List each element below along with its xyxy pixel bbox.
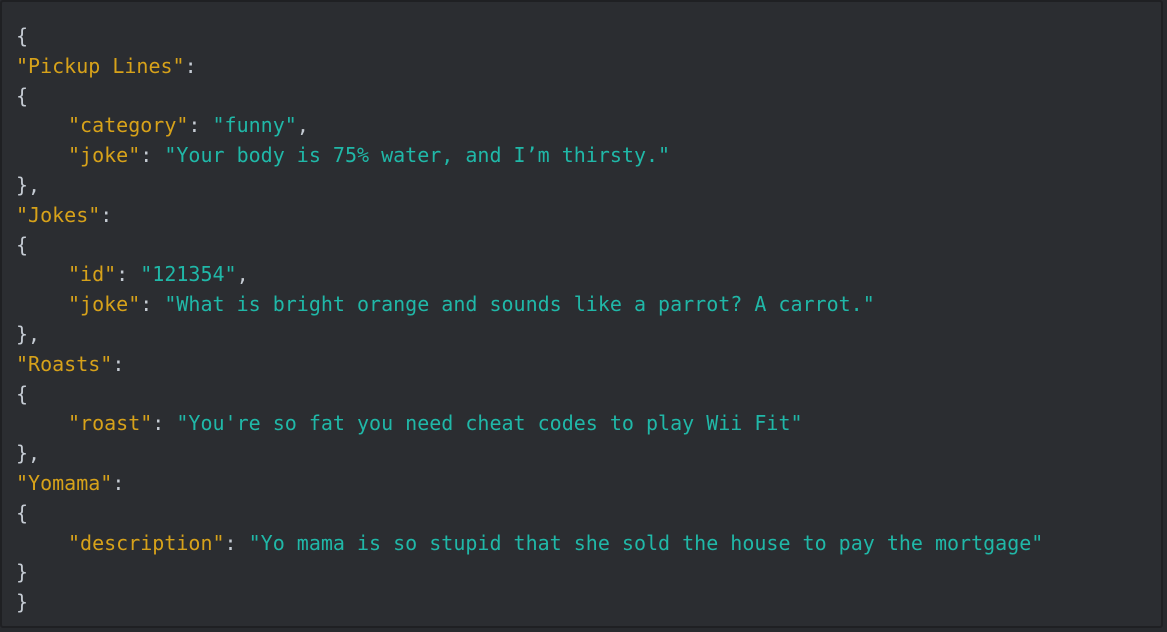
section-close-brace: }, <box>16 321 41 346</box>
section-colon: : <box>100 202 113 227</box>
section-colon: : <box>112 351 125 376</box>
section-name-line: "Pickup Lines": <box>16 52 1043 82</box>
field-separator: : <box>140 143 165 168</box>
section-open-brace-line: { <box>16 499 1043 529</box>
field-line: "description": "Yo mama is so stupid tha… <box>16 529 1043 559</box>
section-close-line: }, <box>16 320 1043 350</box>
field-line: "roast": "You're so fat you need cheat c… <box>16 409 1043 439</box>
section-open-brace: { <box>16 232 29 257</box>
code-panel: {"Pickup Lines":{"category": "funny", "jo… <box>0 0 1163 628</box>
field-separator: : <box>188 113 213 138</box>
section-open-brace: { <box>16 381 29 406</box>
field-separator: : <box>224 530 249 555</box>
field-value: "funny" <box>212 113 297 138</box>
section-colon: : <box>184 53 197 78</box>
section-name: "Jokes" <box>16 202 101 227</box>
section-name: "Yomama" <box>16 470 113 495</box>
section-open-brace-line: { <box>16 231 1043 261</box>
section-close-line: } <box>16 558 1043 588</box>
field-key: "roast" <box>68 411 153 436</box>
field-comma: , <box>236 262 249 287</box>
section-close-brace: }, <box>16 441 41 466</box>
field-line: "id": "121354", <box>16 260 1043 290</box>
field-separator: : <box>116 262 141 287</box>
section-colon: : <box>112 470 125 495</box>
section-name-line: "Yomama": <box>16 469 1043 499</box>
field-line: "joke": "What is bright orange and sound… <box>16 290 1043 320</box>
section-close-line: }, <box>16 171 1043 201</box>
field-key: "joke" <box>68 292 141 317</box>
field-line: "category": "funny", <box>16 111 1043 141</box>
section-close-brace: }, <box>16 172 41 197</box>
field-value: "121354" <box>140 262 237 287</box>
field-value: "Your body is 75% water, and I’m thirsty… <box>164 143 671 168</box>
section-name-line: "Jokes": <box>16 201 1043 231</box>
section-close-line: }, <box>16 439 1043 469</box>
section-close-brace: } <box>16 560 29 585</box>
field-value: "Yo mama is so stupid that she sold the … <box>248 530 1044 555</box>
field-comma: , <box>296 113 309 138</box>
field-key: "id" <box>68 262 117 287</box>
root-open-brace-line: { <box>16 22 1043 52</box>
field-key: "category" <box>68 113 189 138</box>
field-separator: : <box>152 411 177 436</box>
section-open-brace: { <box>16 500 29 525</box>
field-value: "What is bright orange and sounds like a… <box>164 292 875 317</box>
section-open-brace-line: { <box>16 82 1043 112</box>
field-value: "You're so fat you need cheat codes to p… <box>176 411 803 436</box>
root-open-brace: { <box>16 24 29 48</box>
section-name: "Roasts" <box>16 351 113 376</box>
root-close-brace: } <box>16 590 29 615</box>
field-key: "joke" <box>68 143 141 168</box>
section-open-brace-line: { <box>16 380 1043 410</box>
json-code-block: {"Pickup Lines":{"category": "funny", "jo… <box>16 22 1043 618</box>
root-close-brace-line: } <box>16 588 1043 618</box>
field-key: "description" <box>68 530 225 555</box>
section-name: "Pickup Lines" <box>16 53 185 78</box>
field-separator: : <box>140 292 165 317</box>
field-line: "joke": "Your body is 75% water, and I’m… <box>16 141 1043 171</box>
section-name-line: "Roasts": <box>16 350 1043 380</box>
section-open-brace: { <box>16 83 29 108</box>
